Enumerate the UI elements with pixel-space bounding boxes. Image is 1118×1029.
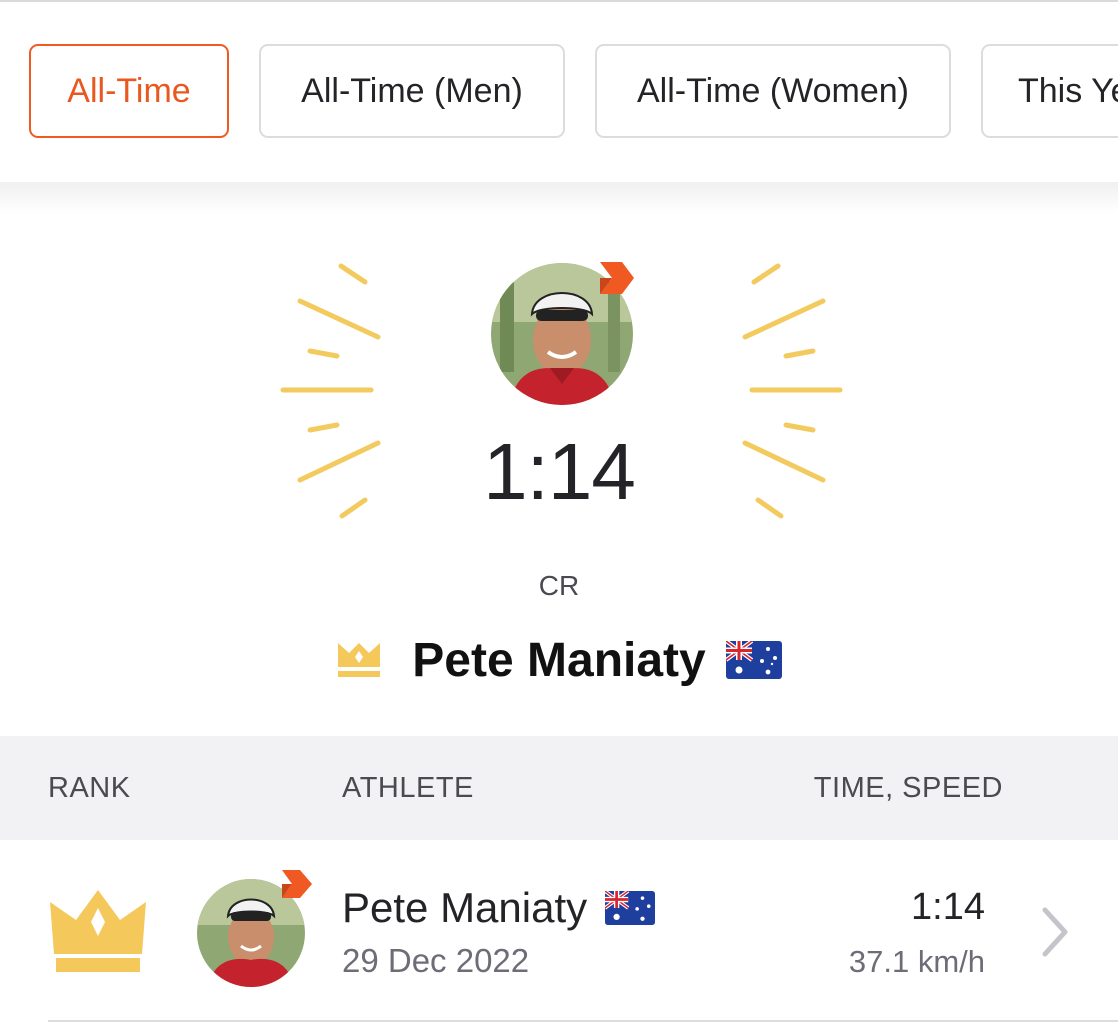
australia-flag-icon — [725, 641, 782, 679]
leader-name[interactable]: Pete Maniaty — [412, 633, 705, 688]
filter-bar-shadow — [0, 182, 1118, 214]
crown-icon — [338, 643, 381, 677]
leaderboard-filter-bar[interactable]: All-Time All-Time (Men) All-Time (Women)… — [0, 2, 1118, 182]
athlete-name-text: Pete Maniaty — [342, 884, 588, 931]
filter-tab-all-time-women[interactable]: All-Time (Women) — [595, 44, 951, 138]
time-speed-column-header: TIME, SPEED — [813, 772, 1003, 804]
athlete-name[interactable]: Pete Maniaty — [342, 884, 656, 932]
leader-name-row: Pete Maniaty — [0, 628, 1118, 692]
leaderboard-row[interactable]: Pete Maniaty 29 Dec 2022 1:14 37.1 km/h — [0, 840, 1118, 1020]
filter-tab-this-year[interactable]: This Ye — [981, 44, 1118, 138]
effort-speed: 37.1 km/h — [848, 944, 985, 979]
leader-avatar[interactable] — [490, 262, 634, 406]
crown-icon — [50, 890, 146, 972]
row-divider — [48, 1020, 1118, 1022]
athlete-column-header: ATHLETE — [342, 772, 474, 804]
chevron-right-icon[interactable] — [1036, 906, 1070, 958]
record-time: 1:14 — [483, 427, 636, 516]
leaderboard-header: RANK ATHLETE TIME, SPEED — [0, 736, 1118, 840]
course-record-label: CR — [538, 570, 580, 601]
course-record-hero: 1:14 CR Pete Maniaty — [0, 214, 1118, 736]
effort-time: 1:14 — [911, 886, 985, 928]
rank-column-header: RANK — [48, 772, 131, 804]
filter-tab-all-time[interactable]: All-Time — [29, 44, 229, 138]
effort-date: 29 Dec 2022 — [342, 942, 530, 979]
australia-flag-icon — [605, 891, 656, 925]
athlete-avatar[interactable] — [196, 870, 314, 988]
filter-tab-all-time-men[interactable]: All-Time (Men) — [259, 44, 565, 138]
